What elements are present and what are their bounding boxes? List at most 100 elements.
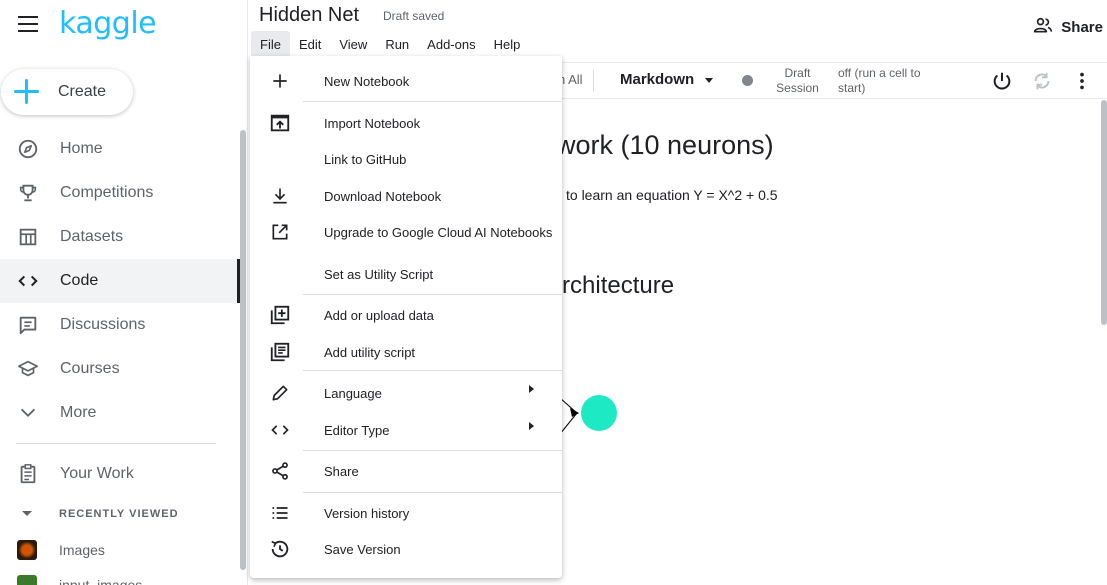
sidebar-item-datasets[interactable]: Datasets [0, 215, 240, 259]
session-status: off (run a cell to start) [838, 66, 921, 95]
sidebar-scrollbar[interactable] [240, 130, 246, 570]
menu-item-label: Add utility script [324, 344, 416, 360]
share-button[interactable]: Share [1033, 16, 1103, 39]
menu-item-label: Save Version [324, 541, 401, 557]
clipboard-icon [16, 462, 40, 486]
create-button[interactable]: Create [1, 69, 133, 115]
caret-down-icon [22, 511, 32, 516]
menu-divider [303, 294, 562, 295]
recent-item-label: input_images [59, 577, 143, 585]
menu-file[interactable]: File [251, 31, 290, 57]
comment-icon [16, 313, 40, 337]
menu-add-ons[interactable]: Add-ons [418, 31, 484, 57]
menu-item-label: Version history [324, 505, 410, 521]
file-menu-dropdown: New Notebook Import Notebook Link to Git… [250, 56, 562, 578]
menu-item-new-notebook[interactable]: New Notebook [250, 64, 562, 98]
open-in-new-icon [268, 220, 292, 244]
submenu-arrow-icon [529, 422, 534, 430]
list-icon [268, 501, 292, 525]
sidebar-item-competitions[interactable]: Competitions [0, 171, 240, 215]
caret-down-icon[interactable] [705, 78, 713, 83]
menu-item-editor-type[interactable]: Editor Type [250, 413, 562, 447]
school-icon [16, 357, 40, 381]
sidebar-nav: Home Competitions Datasets Code Discussi… [0, 127, 240, 435]
menu-divider [303, 370, 562, 371]
menu-item-label: Upgrade to Google Cloud AI Notebooks [324, 224, 553, 240]
code-icon [16, 269, 40, 293]
sidebar-divider [16, 443, 216, 444]
menu-help[interactable]: Help [485, 31, 530, 57]
share-label: Share [1061, 19, 1103, 36]
restart-icon[interactable] [1029, 68, 1055, 94]
menu-item-add-utility-script[interactable]: Add utility script [250, 335, 562, 369]
session-status-dot [742, 75, 753, 86]
toolbar-divider [593, 70, 594, 92]
kaggle-logo[interactable]: kaggle [59, 6, 157, 41]
add-box-icon [268, 303, 292, 327]
sidebar-item-discussions[interactable]: Discussions [0, 303, 240, 347]
trophy-icon [16, 181, 40, 205]
plus-icon [13, 78, 41, 106]
menu-item-label: Import Notebook [324, 115, 421, 131]
sidebar-item-code[interactable]: Code [0, 259, 240, 303]
plus-icon [268, 69, 292, 93]
menu-view[interactable]: View [330, 31, 376, 57]
menu-bar: File Edit View Run Add-ons Help [251, 31, 529, 57]
sidebar-item-label: Datasets [60, 228, 124, 245]
more-vert-icon[interactable] [1069, 68, 1095, 94]
notebook-scrollbar[interactable] [1101, 100, 1107, 325]
markdown-heading: work (10 neurons) [556, 130, 774, 160]
recent-item[interactable]: input_images [0, 570, 240, 585]
sidebar-item-your-work[interactable]: Your Work [0, 452, 240, 496]
menu-run[interactable]: Run [376, 31, 418, 57]
menu-item-add-data[interactable]: Add or upload data [250, 298, 562, 332]
network-node [581, 395, 617, 431]
pencil-icon [268, 381, 292, 405]
menu-item-download-notebook[interactable]: Download Notebook [250, 179, 562, 213]
menu-item-label: Download Notebook [324, 188, 442, 204]
menu-item-language[interactable]: Language [250, 376, 562, 410]
menu-item-set-utility-script[interactable]: Set as Utility Script [250, 257, 562, 291]
recent-thumbnail [17, 575, 37, 585]
sidebar-item-courses[interactable]: Courses [0, 347, 240, 391]
cell-type-select[interactable]: Markdown [620, 71, 694, 88]
recently-viewed-toggle[interactable]: RECENTLY VIEWED [0, 502, 240, 526]
sidebar-item-home[interactable]: Home [0, 127, 240, 171]
menu-item-import-notebook[interactable]: Import Notebook [250, 106, 562, 140]
network-diagram [559, 395, 617, 435]
sidebar-item-label: Home [60, 140, 103, 157]
menu-divider [303, 450, 562, 451]
compass-icon [16, 137, 40, 161]
menu-item-share[interactable]: Share [250, 454, 562, 488]
sidebar-item-label: Courses [60, 360, 120, 377]
share-icon [268, 459, 292, 483]
sidebar-item-more[interactable]: More [0, 391, 240, 435]
notebook-title[interactable]: Hidden Net [259, 4, 359, 27]
recent-thumbnail [17, 540, 37, 560]
chevron-down-icon [16, 401, 40, 425]
session-label: Draft Session [776, 66, 819, 95]
menu-item-link-github[interactable]: Link to GitHub [250, 142, 562, 176]
recent-item-label: Images [59, 542, 105, 558]
create-label: Create [58, 83, 107, 100]
kaggle-notebook-editor: kaggle Create Home Competitions Datasets… [0, 0, 1107, 585]
submenu-arrow-icon [529, 385, 534, 393]
hamburger-menu-icon[interactable] [18, 16, 38, 34]
upload-icon [268, 111, 292, 135]
menu-item-upgrade-gcp[interactable]: Upgrade to Google Cloud AI Notebooks [250, 215, 562, 249]
sidebar-item-label: Competitions [60, 184, 154, 201]
menu-item-label: Set as Utility Script [324, 266, 434, 282]
menu-item-label: Language [324, 385, 382, 401]
menu-divider [303, 101, 562, 102]
recently-viewed-heading: RECENTLY VIEWED [59, 508, 179, 520]
menu-edit[interactable]: Edit [290, 31, 330, 57]
menu-item-save-version[interactable]: Save Version [250, 532, 562, 566]
code-icon [268, 418, 292, 442]
network-edge [559, 412, 578, 435]
menu-item-label: New Notebook [324, 73, 410, 89]
menu-item-label: Add or upload data [324, 307, 434, 323]
menu-item-version-history[interactable]: Version history [250, 496, 562, 530]
power-icon[interactable] [989, 68, 1015, 94]
library-books-icon [268, 340, 292, 364]
recent-item[interactable]: Images [0, 535, 240, 565]
